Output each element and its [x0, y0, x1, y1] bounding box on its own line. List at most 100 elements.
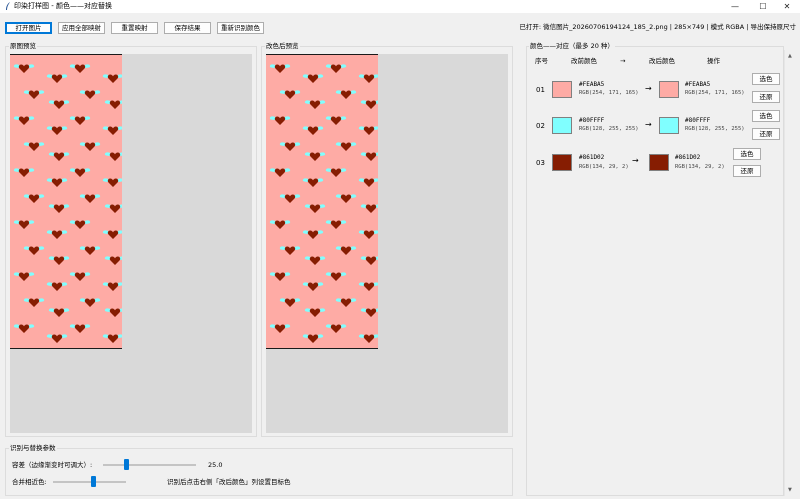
- scroll-up-icon[interactable]: ▲: [788, 53, 792, 59]
- winged-heart-motif: [13, 168, 35, 177]
- scroll-down-icon[interactable]: ▼: [788, 487, 792, 493]
- before-hex: #861D02: [579, 154, 605, 161]
- before-rgb: RGB(128, 255, 255): [579, 126, 639, 132]
- winged-heart-motif: [104, 100, 122, 109]
- winged-heart-motif: [358, 230, 378, 239]
- winged-heart-motif: [302, 126, 324, 135]
- winged-heart-motif: [48, 256, 70, 265]
- winged-heart-motif: [358, 178, 378, 187]
- after-hex: #80FFFF: [685, 117, 711, 124]
- minimize-button[interactable]: —: [722, 0, 748, 13]
- winged-heart-motif: [69, 272, 91, 281]
- pick-color-button[interactable]: 选色: [752, 73, 780, 85]
- color-mapping-title: 颜色——对应（最多 20 种）: [529, 42, 615, 50]
- row-index: 02: [536, 122, 545, 130]
- winged-heart-motif: [13, 64, 35, 73]
- before-hex: #FEABA5: [579, 81, 605, 88]
- modified-preview-canvas[interactable]: [266, 54, 508, 433]
- close-button[interactable]: ✕: [774, 0, 800, 13]
- after-color-swatch[interactable]: [659, 81, 679, 98]
- image-top-border: [266, 54, 378, 55]
- open-image-button[interactable]: 打开图片: [5, 22, 52, 34]
- winged-heart-motif: [79, 90, 101, 99]
- pick-color-button[interactable]: 选色: [752, 110, 780, 122]
- window-title: 印染打样图 - 颜色——对应替换: [14, 2, 112, 10]
- winged-heart-motif: [335, 90, 357, 99]
- restore-color-button[interactable]: 还原: [752, 128, 780, 140]
- tolerance-slider-track[interactable]: [103, 464, 196, 466]
- winged-heart-motif: [69, 324, 91, 333]
- column-header-before: 改前颜色: [571, 57, 597, 65]
- winged-heart-motif: [46, 282, 68, 291]
- winged-heart-motif: [69, 116, 91, 125]
- winged-heart-motif: [23, 194, 45, 203]
- winged-heart-motif: [269, 64, 291, 73]
- maximize-button[interactable]: ☐: [750, 0, 776, 13]
- column-header-index: 序号: [535, 57, 548, 65]
- winged-heart-motif: [279, 246, 301, 255]
- winged-heart-motif: [48, 152, 70, 161]
- redetect-colors-button[interactable]: 重新识别颜色: [217, 22, 264, 34]
- merge-slider-track[interactable]: [53, 481, 126, 483]
- winged-heart-motif: [325, 116, 347, 125]
- save-result-button[interactable]: 保存结果: [164, 22, 211, 34]
- winged-heart-motif: [302, 230, 324, 239]
- reset-mapping-button[interactable]: 重置映射: [111, 22, 158, 34]
- fabric-pattern-svg: [269, 64, 378, 343]
- apply-all-mappings-button[interactable]: 应用全部映射: [58, 22, 105, 34]
- winged-heart-motif: [102, 230, 122, 239]
- before-color-swatch: [552, 117, 572, 134]
- after-rgb: RGB(134, 29, 2): [675, 164, 725, 170]
- winged-heart-motif: [302, 334, 324, 343]
- winged-heart-motif: [279, 90, 301, 99]
- restore-color-button[interactable]: 还原: [752, 91, 780, 103]
- winged-heart-motif: [335, 142, 357, 151]
- winged-heart-motif: [48, 308, 70, 317]
- modified-preview-title: 改色后预览: [265, 42, 300, 50]
- after-color-swatch[interactable]: [659, 117, 679, 134]
- mapping-scrollbar[interactable]: ▲ ▼: [784, 50, 797, 496]
- winged-heart-motif: [302, 178, 324, 187]
- winged-heart-motif: [48, 204, 70, 213]
- params-frame: [5, 448, 513, 496]
- pick-color-button[interactable]: 选色: [733, 148, 761, 160]
- modified-fabric-image: [266, 54, 378, 349]
- image-top-border: [10, 54, 122, 55]
- winged-heart-motif: [279, 142, 301, 151]
- winged-heart-motif: [325, 324, 347, 333]
- winged-heart-motif: [13, 272, 35, 281]
- winged-heart-motif: [46, 126, 68, 135]
- winged-heart-motif: [13, 220, 35, 229]
- after-color-swatch[interactable]: [649, 154, 669, 171]
- image-bottom-border: [266, 348, 378, 349]
- winged-heart-motif: [325, 272, 347, 281]
- winged-heart-motif: [23, 142, 45, 151]
- original-preview-canvas[interactable]: [10, 54, 252, 433]
- image-bottom-border: [10, 348, 122, 349]
- before-rgb: RGB(134, 29, 2): [579, 164, 629, 170]
- winged-heart-motif: [269, 324, 291, 333]
- arrow-right-icon: →: [645, 120, 652, 129]
- winged-heart-motif: [360, 308, 378, 317]
- winged-heart-motif: [23, 298, 45, 307]
- winged-heart-motif: [23, 246, 45, 255]
- fabric-pattern-svg: [13, 64, 122, 343]
- file-info: 已打开: 微信图片_20260706194124_185_2.png | 285…: [519, 23, 796, 31]
- winged-heart-motif: [358, 74, 378, 83]
- column-header-arrow: →: [620, 57, 626, 65]
- winged-heart-motif: [304, 100, 326, 109]
- winged-heart-motif: [325, 64, 347, 73]
- merge-similar-label: 合并相近色:: [12, 478, 47, 486]
- winged-heart-motif: [279, 298, 301, 307]
- winged-heart-motif: [325, 168, 347, 177]
- winged-heart-motif: [304, 308, 326, 317]
- winged-heart-motif: [69, 168, 91, 177]
- winged-heart-motif: [335, 194, 357, 203]
- winged-heart-motif: [360, 204, 378, 213]
- winged-heart-motif: [23, 90, 45, 99]
- tolerance-slider-thumb[interactable]: [124, 459, 130, 470]
- restore-color-button[interactable]: 还原: [733, 165, 761, 177]
- winged-heart-motif: [46, 74, 68, 83]
- color-mapping-frame: [526, 46, 784, 496]
- merge-slider-thumb[interactable]: [91, 476, 97, 487]
